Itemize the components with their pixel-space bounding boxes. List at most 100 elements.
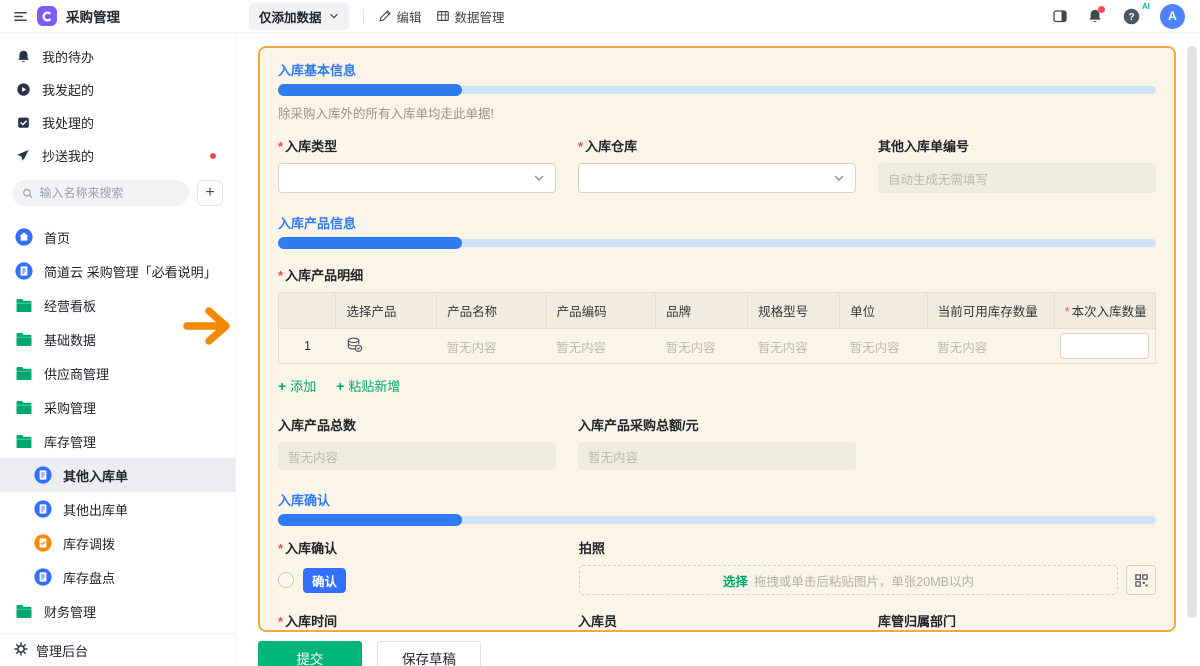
search-input[interactable] bbox=[40, 186, 179, 200]
side-panel-icon[interactable] bbox=[1052, 8, 1068, 24]
sidebar-item-label: 经营看板 bbox=[44, 296, 96, 315]
form-footer: 提交 保存草稿 bbox=[258, 641, 481, 666]
folder-icon bbox=[15, 298, 33, 313]
total-count-input-disabled: 暂无内容 bbox=[278, 442, 556, 470]
notifications-bell-icon[interactable] bbox=[1087, 8, 1103, 24]
sidebar-item-my-todo[interactable]: 我的待办 bbox=[0, 40, 235, 73]
col-spec-model: 规格型号 bbox=[748, 293, 840, 329]
section-title-products: 入库产品信息 bbox=[278, 213, 1156, 232]
folder-icon bbox=[15, 434, 33, 449]
sidebar-item-inventory-transfer[interactable]: 库存调拨 bbox=[0, 526, 235, 560]
sidebar-item-other-outbound-order[interactable]: 其他出库单 bbox=[0, 492, 235, 526]
submit-button[interactable]: 提交 bbox=[258, 641, 362, 666]
sidebar-item-label: 供应商管理 bbox=[44, 364, 109, 383]
sidebar-item-supplier-mgmt[interactable]: 供应商管理 bbox=[0, 356, 235, 390]
sidebar-item-inventory-count[interactable]: 库存盘点 bbox=[0, 560, 235, 594]
sidebar-item-label: 首页 bbox=[44, 228, 70, 247]
app-logo-icon bbox=[37, 6, 57, 26]
inbound-warehouse-select[interactable] bbox=[578, 163, 856, 193]
section-title-basic: 入库基本信息 bbox=[278, 60, 1156, 79]
search-box[interactable] bbox=[12, 180, 189, 206]
admin-backend-button[interactable]: 管理后台 bbox=[0, 633, 235, 666]
edit-label: 编辑 bbox=[397, 7, 422, 26]
sidebar-item-business-board[interactable]: 经营看板 bbox=[0, 288, 235, 322]
home-icon bbox=[15, 228, 33, 246]
field-photo: 拍照 选择 拖拽或单击后粘贴图片，单张20MB以内 bbox=[579, 538, 1156, 595]
pencil-icon bbox=[378, 9, 392, 23]
confirm-radio[interactable] bbox=[278, 572, 294, 588]
user-avatar[interactable]: A bbox=[1160, 4, 1185, 29]
section-progress-bar bbox=[278, 84, 1156, 96]
upload-select-link[interactable]: 选择 bbox=[723, 571, 748, 590]
qr-scan-button[interactable] bbox=[1126, 565, 1156, 595]
inbound-type-select[interactable] bbox=[278, 163, 556, 193]
sidebar-search-row: + bbox=[0, 172, 235, 216]
doc-icon bbox=[34, 466, 52, 484]
doc-icon bbox=[34, 568, 52, 586]
field-inbound-type: 入库类型 bbox=[278, 136, 556, 193]
notification-dot bbox=[1098, 6, 1105, 13]
inbound-qty-input[interactable] bbox=[1060, 333, 1149, 359]
sidebar-item-label: 基础数据 bbox=[44, 330, 96, 349]
photo-upload-dropzone[interactable]: 选择 拖拽或单击后粘贴图片，单张20MB以内 bbox=[579, 565, 1118, 595]
data-manage-label: 数据管理 bbox=[455, 7, 505, 26]
sidebar-item-label: 财务管理 bbox=[44, 602, 96, 621]
bell-icon bbox=[15, 49, 31, 64]
sidebar-item-home[interactable]: 首页 bbox=[0, 220, 235, 254]
col-product-name: 产品名称 bbox=[437, 293, 547, 329]
menu-icon[interactable] bbox=[13, 9, 28, 24]
add-row-button[interactable]: + 添加 bbox=[278, 376, 316, 395]
sidebar-item-purchase-mgmt[interactable]: 采购管理 bbox=[0, 390, 235, 424]
confirm-tag[interactable]: 确认 bbox=[303, 568, 346, 593]
field-inbound-confirm: 入库确认 确认 bbox=[278, 538, 557, 595]
field-label-operator: 入库员 bbox=[578, 611, 856, 630]
chevron-down-icon bbox=[329, 11, 339, 21]
product-name-cell: 暂无内容 bbox=[437, 329, 547, 364]
unit-cell: 暂无内容 bbox=[840, 329, 928, 364]
paste-add-button[interactable]: + 粘贴新增 bbox=[336, 376, 400, 395]
inbound-qty-cell bbox=[1054, 329, 1155, 364]
col-unit: 单位 bbox=[840, 293, 928, 329]
data-manage-button[interactable]: 数据管理 bbox=[436, 7, 505, 26]
sidebar-item-inventory-mgmt[interactable]: 库存管理 bbox=[0, 424, 235, 458]
sidebar-item-processed-by-me[interactable]: 我处理的 bbox=[0, 106, 235, 139]
scrollbar-thumb[interactable] bbox=[1187, 46, 1197, 618]
field-label-inbound-warehouse: 入库仓库 bbox=[578, 136, 856, 155]
sidebar-item-guide-doc[interactable]: 简道云 采购管理「必看说明」 bbox=[0, 254, 235, 288]
sidebar-item-label: 库存调拨 bbox=[63, 534, 115, 553]
upload-hint: 拖拽或单击后粘贴图片，单张20MB以内 bbox=[754, 571, 974, 590]
sidebar-item-initiated-by-me[interactable]: 我发起的 bbox=[0, 73, 235, 106]
send-icon bbox=[15, 148, 31, 163]
total-amount-input-disabled: 暂无内容 bbox=[578, 442, 856, 470]
app-window: 采购管理 仅添加数据 编辑 数据管理 bbox=[0, 0, 1200, 666]
top-header: 采购管理 仅添加数据 编辑 数据管理 bbox=[0, 0, 1200, 33]
field-label-total-amount: 入库产品采购总额/元 bbox=[578, 415, 856, 434]
edit-button[interactable]: 编辑 bbox=[378, 7, 422, 26]
qr-code-icon bbox=[1134, 573, 1149, 588]
folder-icon bbox=[15, 400, 33, 415]
order-no-input-disabled: 自动生成无需填写 bbox=[878, 163, 1156, 193]
field-label-department: 库管归属部门 bbox=[878, 611, 1156, 630]
folder-icon bbox=[15, 332, 33, 347]
plus-icon: + bbox=[336, 378, 344, 394]
sidebar-item-other-inbound-order[interactable]: 其他入库单 bbox=[0, 458, 235, 492]
task-done-icon bbox=[15, 115, 31, 130]
mode-dropdown-button[interactable]: 仅添加数据 bbox=[249, 3, 349, 30]
admin-backend-label: 管理后台 bbox=[36, 641, 88, 660]
sidebar-item-base-data[interactable]: 基础数据 bbox=[0, 322, 235, 356]
search-icon bbox=[22, 187, 34, 200]
section-progress-bar bbox=[278, 237, 1156, 249]
mode-dropdown-label: 仅添加数据 bbox=[259, 7, 322, 26]
save-draft-button[interactable]: 保存草稿 bbox=[377, 641, 481, 666]
field-inbound-time: 入库时间 bbox=[278, 611, 556, 632]
sidebar-item-cc-to-me[interactable]: 抄送我的 bbox=[0, 139, 235, 172]
help-icon[interactable]: ? AI bbox=[1122, 7, 1141, 26]
sidebar-item-finance-mgmt[interactable]: 财务管理 bbox=[0, 594, 235, 628]
app-title: 采购管理 bbox=[66, 6, 120, 26]
svg-text:?: ? bbox=[1128, 12, 1134, 23]
field-label-inbound-type: 入库类型 bbox=[278, 136, 556, 155]
available-stock-cell: 暂无内容 bbox=[927, 329, 1054, 364]
add-app-button[interactable]: + bbox=[197, 180, 223, 206]
select-product-cell[interactable] bbox=[336, 329, 437, 364]
col-available-stock: 当前可用库存数量 bbox=[927, 293, 1054, 329]
